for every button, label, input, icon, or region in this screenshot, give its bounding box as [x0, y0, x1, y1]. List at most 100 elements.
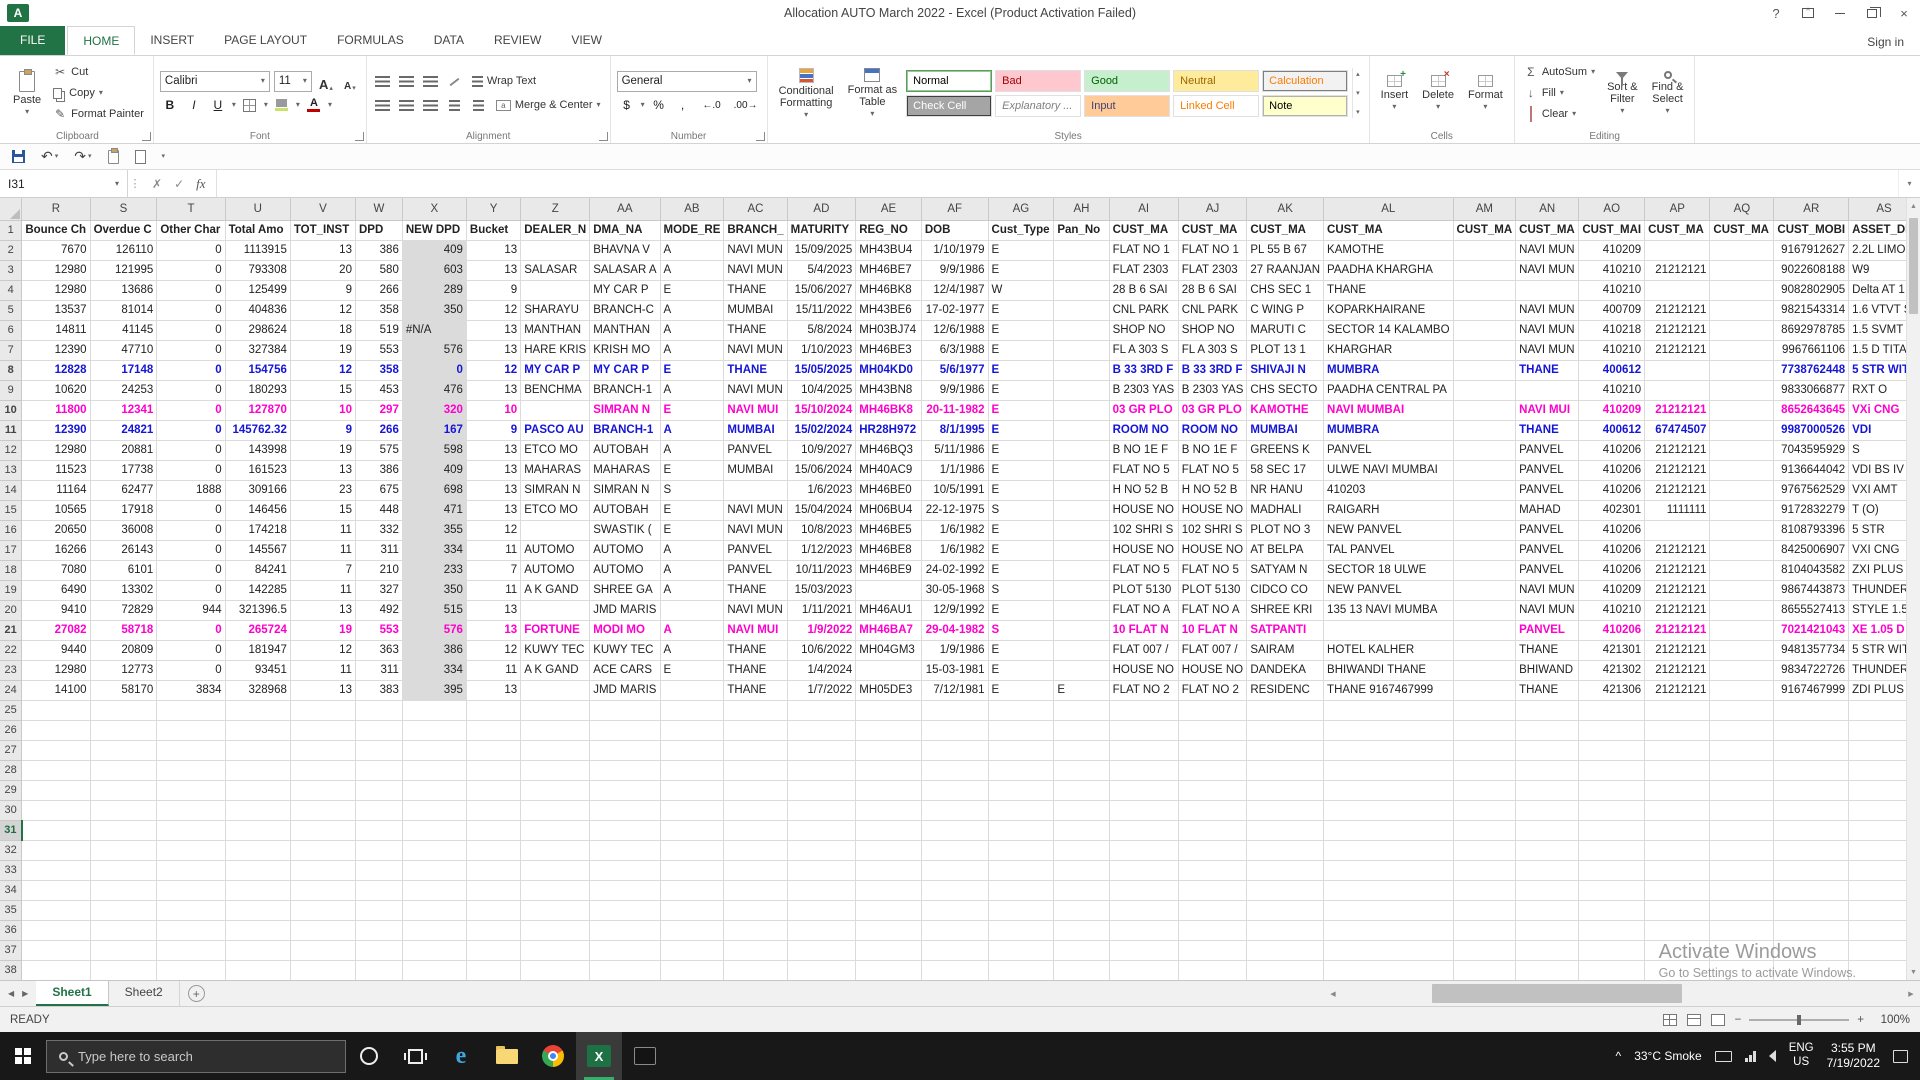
cell-AD7[interactable]: 1/10/2023 [787, 340, 857, 361]
cell-Z10[interactable] [520, 400, 591, 421]
cell-S20[interactable]: 72829 [90, 600, 158, 621]
cell-AI26[interactable] [1109, 720, 1179, 741]
cell-T21[interactable]: 0 [156, 620, 226, 641]
cell-V8[interactable]: 12 [290, 360, 356, 381]
cell-AJ13[interactable]: FLAT NO 5 [1178, 460, 1248, 481]
cell-AK8[interactable]: SHIVAJI N [1246, 360, 1325, 381]
format-painter-button[interactable]: ✎ Format Painter [50, 104, 147, 124]
cell-W7[interactable]: 553 [355, 340, 403, 361]
gallery-more-button[interactable]: ▾ [1356, 108, 1360, 116]
cell-AK35[interactable] [1246, 900, 1325, 921]
cell-U33[interactable] [225, 860, 291, 881]
cell-AP13[interactable]: 21212121 [1644, 460, 1711, 481]
column-header-Z[interactable]: Z [520, 198, 591, 221]
cell-AF13[interactable]: 1/1/1986 [921, 460, 989, 481]
cell-AH19[interactable] [1053, 580, 1110, 601]
column-header-AH[interactable]: AH [1053, 198, 1110, 221]
cell-AB12[interactable]: A [660, 440, 725, 461]
cell-Y27[interactable] [466, 740, 522, 761]
cell-T2[interactable]: 0 [156, 240, 226, 261]
cell-AL18[interactable]: SECTOR 18 ULWE [1323, 560, 1454, 581]
cell-AB31[interactable] [660, 820, 725, 841]
cell-X35[interactable] [402, 900, 467, 921]
cell-AQ31[interactable] [1709, 820, 1775, 841]
edge-taskbar-button[interactable]: e [438, 1032, 484, 1080]
row-header-15[interactable]: 15 [0, 499, 23, 521]
cell-Y20[interactable]: 13 [466, 600, 522, 621]
cell-AO18[interactable]: 410206 [1578, 560, 1646, 581]
cell-V9[interactable]: 15 [290, 380, 356, 401]
cell-S35[interactable] [90, 900, 158, 921]
cell-AQ34[interactable] [1709, 880, 1775, 901]
row-header-12[interactable]: 12 [0, 439, 23, 461]
cell-R25[interactable] [21, 700, 91, 721]
cell-AN6[interactable]: NAVI MUN [1515, 320, 1580, 341]
cell-Z25[interactable] [520, 700, 591, 721]
borders-button[interactable] [240, 95, 260, 116]
scroll-down-button[interactable]: ▼ [1907, 964, 1920, 980]
cell-U38[interactable] [225, 960, 291, 980]
cell-AH5[interactable] [1053, 300, 1110, 321]
italic-button[interactable]: I [184, 95, 204, 116]
cell-AR7[interactable]: 9967661106 [1773, 340, 1850, 361]
cell-AM11[interactable] [1453, 420, 1517, 441]
cell-AR35[interactable] [1773, 900, 1850, 921]
cell-AG4[interactable]: W [988, 280, 1055, 301]
cell-AN34[interactable] [1515, 880, 1580, 901]
cell-AQ27[interactable] [1709, 740, 1775, 761]
top-align-button[interactable] [373, 71, 393, 92]
cell-X12[interactable]: 598 [402, 440, 467, 461]
cancel-button[interactable]: ✗ [152, 177, 162, 191]
cell-AK22[interactable]: SAIRAM [1246, 640, 1325, 661]
cell-V5[interactable]: 12 [290, 300, 356, 321]
cell-AP5[interactable]: 21212121 [1644, 300, 1711, 321]
cell-AH14[interactable] [1053, 480, 1110, 501]
cell-AP28[interactable] [1644, 760, 1711, 781]
cell-Z31[interactable] [520, 820, 591, 841]
cell-W32[interactable] [355, 840, 403, 861]
cell-V16[interactable]: 11 [290, 520, 356, 541]
cell-V19[interactable]: 11 [290, 580, 356, 601]
cell-AC32[interactable] [723, 840, 788, 861]
cell-AG25[interactable] [988, 700, 1055, 721]
cell-V6[interactable]: 18 [290, 320, 356, 341]
row-header-8[interactable]: 8 [0, 359, 23, 381]
cell-T14[interactable]: 1888 [156, 480, 226, 501]
cell-AG36[interactable] [988, 920, 1055, 941]
cell-AP3[interactable]: 21212121 [1644, 260, 1711, 281]
cell-W14[interactable]: 675 [355, 480, 403, 501]
cell-AB18[interactable]: A [660, 560, 725, 581]
cell-AI10[interactable]: 03 GR PLO [1109, 400, 1179, 421]
cell-AD28[interactable] [787, 760, 857, 781]
help-button[interactable]: ? [1760, 0, 1792, 26]
cell-AA29[interactable] [589, 780, 661, 801]
column-header-AE[interactable]: AE [855, 198, 922, 221]
cell-AA36[interactable] [589, 920, 661, 941]
cell-AF1[interactable]: DOB [921, 220, 989, 241]
cell-T31[interactable] [156, 820, 226, 841]
cell-AC8[interactable]: THANE [723, 360, 788, 381]
cell-AC6[interactable]: THANE [723, 320, 788, 341]
cell-AQ21[interactable] [1709, 620, 1775, 641]
cell-AI4[interactable]: 28 B 6 SAI [1109, 280, 1179, 301]
cell-V17[interactable]: 11 [290, 540, 356, 561]
cell-U30[interactable] [225, 800, 291, 821]
cell-AK25[interactable] [1246, 700, 1325, 721]
cell-AH35[interactable] [1053, 900, 1110, 921]
cell-U31[interactable] [225, 820, 291, 841]
cell-Y13[interactable]: 13 [466, 460, 522, 481]
sign-in-link[interactable]: Sign in [1867, 35, 1920, 55]
cell-AL22[interactable]: HOTEL KALHER [1323, 640, 1454, 661]
cell-Y22[interactable]: 12 [466, 640, 522, 661]
cell-AC30[interactable] [723, 800, 788, 821]
cell-AA11[interactable]: BRANCH-1 [589, 420, 661, 441]
cell-AA17[interactable]: AUTOMO [589, 540, 661, 561]
cell-AC16[interactable]: NAVI MUN [723, 520, 788, 541]
cell-U14[interactable]: 309166 [225, 480, 291, 501]
cell-AD3[interactable]: 5/4/2023 [787, 260, 857, 281]
cell-R30[interactable] [21, 800, 91, 821]
cell-AP24[interactable]: 21212121 [1644, 680, 1711, 701]
ribbon-tab-review[interactable]: REVIEW [479, 26, 556, 55]
cell-AJ6[interactable]: SHOP NO [1178, 320, 1248, 341]
cell-U6[interactable]: 298624 [225, 320, 291, 341]
